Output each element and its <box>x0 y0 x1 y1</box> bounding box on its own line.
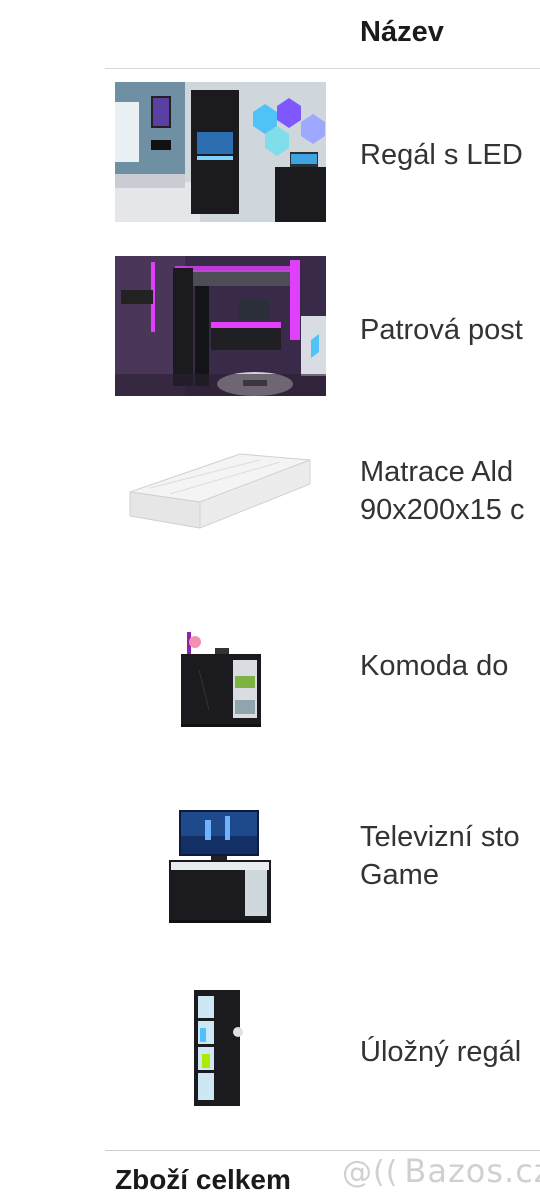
tv-stand-photo[interactable] <box>165 806 275 924</box>
product-name[interactable]: Matrace Ald 90x200x15 c <box>360 453 524 529</box>
led-shelf-room-photo[interactable] <box>115 82 326 222</box>
table-row[interactable]: Komoda do <box>0 595 540 770</box>
product-name[interactable]: Regál s LED <box>360 136 523 174</box>
dresser-photo[interactable] <box>175 630 265 730</box>
product-name[interactable]: Televizní sto Game <box>360 818 520 894</box>
table-row[interactable]: Úložný regál <box>0 950 540 1150</box>
table-row[interactable]: Matrace Ald 90x200x15 c <box>0 420 540 595</box>
loft-bed-room-photo[interactable] <box>115 256 326 396</box>
total-label: Zboží celkem <box>115 1164 291 1195</box>
storage-shelf-photo[interactable] <box>188 988 248 1108</box>
bazos-watermark: @((Bazos.cz <box>342 1152 540 1190</box>
product-name[interactable]: Patrová post <box>360 311 523 349</box>
table-header: Název <box>0 0 540 70</box>
watermark-text: Bazos.cz <box>404 1152 540 1190</box>
product-name[interactable]: Komoda do <box>360 647 508 685</box>
table-row[interactable]: Regál s LED <box>0 70 540 245</box>
watermark-logo: @(( <box>342 1155 399 1190</box>
product-name[interactable]: Úložný regál <box>360 1033 521 1071</box>
header-divider <box>105 68 540 69</box>
mattress-photo[interactable] <box>120 440 320 540</box>
table-row[interactable]: Patrová post <box>0 245 540 420</box>
table-row[interactable]: Televizní sto Game <box>0 770 540 950</box>
column-header-name: Název <box>360 16 444 48</box>
footer-divider <box>105 1150 540 1151</box>
